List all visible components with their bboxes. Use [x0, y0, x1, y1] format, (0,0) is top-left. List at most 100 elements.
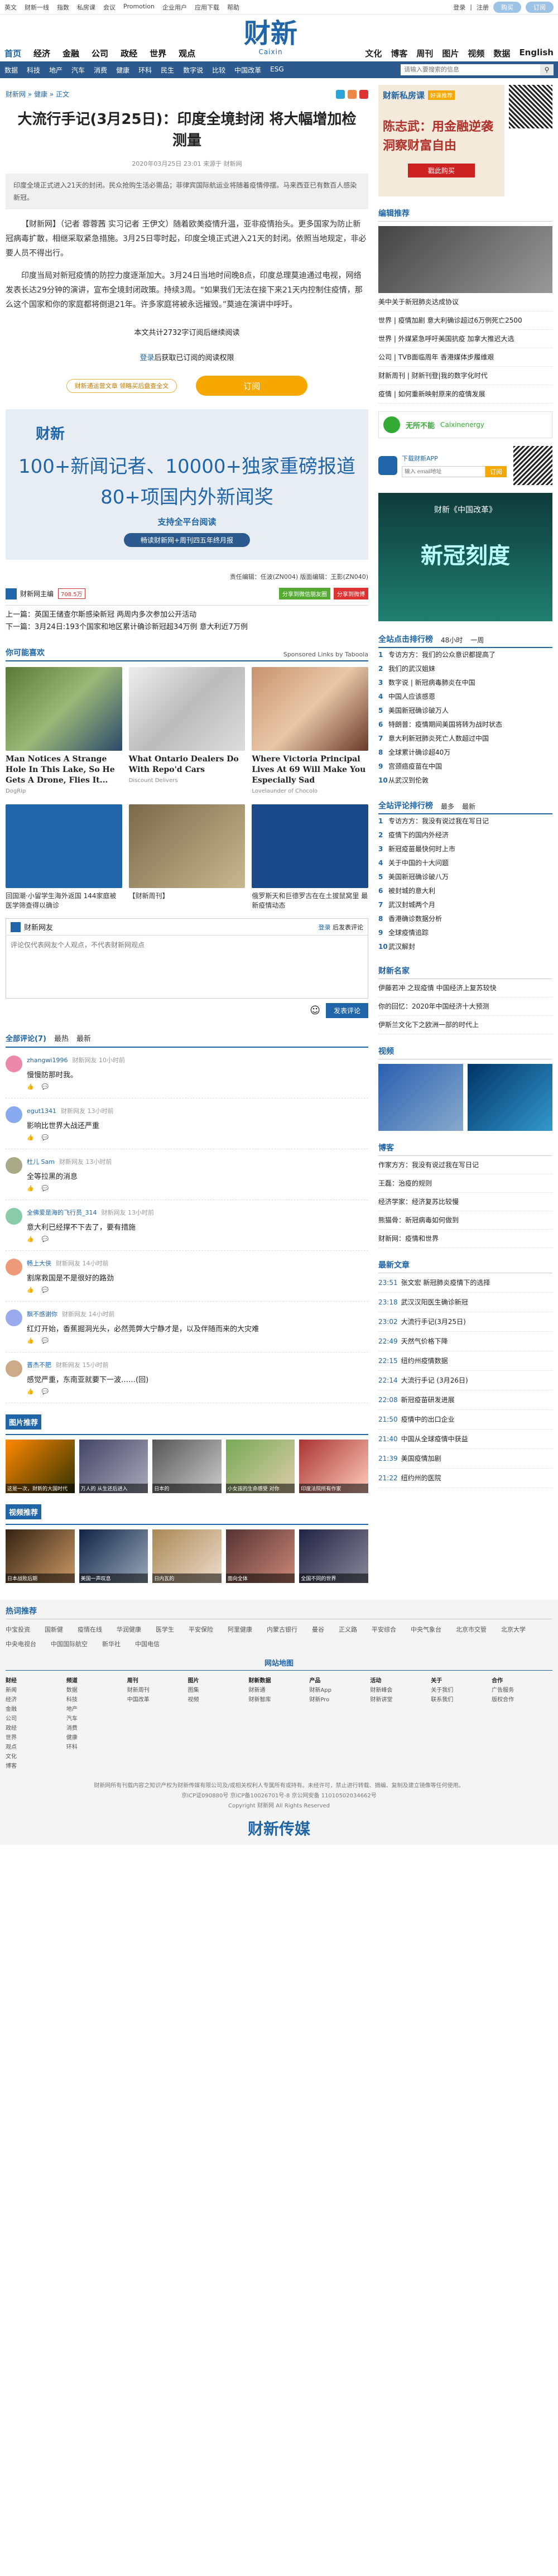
card-title[interactable]: What Ontario Dealers Do With Repo'd Cars [129, 754, 246, 775]
blog-item[interactable]: 熊猫骨：新冠病毒如何做到 [378, 1211, 552, 1230]
recommend-card[interactable]: Where Victoria Principal Lives At 69 Wil… [252, 667, 368, 794]
editor-pick-item[interactable]: 世界 | 疫情加剧 意大利确诊超过6万例死亡2500 [378, 311, 552, 330]
video-thumb[interactable] [378, 1064, 463, 1131]
site-map-link[interactable]: 环科 [66, 1743, 127, 1752]
editor-pick-item[interactable]: 公司 | TVB面临周年 香港媒体步履维艰 [378, 348, 552, 367]
share-moments-button[interactable]: 分享到微信朋友圈 [279, 588, 330, 599]
latest-title[interactable]: 纽约州的医院 [401, 1472, 441, 1484]
hot-word[interactable]: 曼谷 [312, 1625, 324, 1634]
like-icon[interactable]: 👍 [27, 1135, 33, 1141]
rank-text[interactable]: 数字说 | 新冠病毒肺炎在中国 [388, 678, 475, 688]
site-map-link[interactable]: 关于我们 [431, 1686, 492, 1695]
nav-item[interactable]: 视频 [468, 47, 484, 59]
blog-item[interactable]: 财新网：疫情和世界 [378, 1230, 552, 1248]
reply-icon[interactable]: 💬 [41, 1084, 48, 1090]
rank-item[interactable]: 5 美国新冠确诊破万人 [378, 704, 552, 718]
editor-pick-item[interactable]: 财新周刊 | 财新刊登|我的数字化时代 [378, 367, 552, 385]
latest-item[interactable]: 22:49 天然气价格下降 [378, 1332, 552, 1351]
energy-ad[interactable]: 无所不能 Caixinenergy [378, 411, 552, 438]
pics-item[interactable]: 小女孩的生命感受 对你 [225, 1440, 295, 1493]
latest-item[interactable]: 21:50 疫情中的出口企业 [378, 1410, 552, 1429]
reform-ad[interactable]: 财新《中国改革》 新冠刻度 [378, 493, 552, 621]
site-map-link[interactable]: 数据 [66, 1686, 127, 1695]
rank-text[interactable]: 武汉封城两个月 [388, 900, 435, 910]
site-map-link[interactable]: 财新峰会 [370, 1686, 431, 1695]
avatar[interactable] [6, 1106, 22, 1123]
rank-text[interactable]: 从武汉到伦敦 [388, 775, 429, 786]
comment-user[interactable]: 杜儿 Sam 财新网友 13小时前 [27, 1157, 368, 1166]
subnav-item[interactable]: 环科 [138, 65, 152, 75]
crumb-home[interactable]: 财新网 [6, 89, 26, 99]
search-input[interactable] [401, 64, 540, 75]
like-icon[interactable]: 👍 [27, 1338, 33, 1344]
like-icon[interactable]: 👍 [27, 1389, 33, 1395]
editor-pick-item[interactable]: 美中关于新冠肺炎达成协议 [378, 293, 552, 311]
rank-item[interactable]: 8 香港确诊数据分析 [378, 912, 552, 926]
site-map-heading[interactable]: 图片 [188, 1676, 249, 1686]
comment-login-link[interactable]: 登录 [319, 924, 331, 931]
hot-word[interactable]: 中国电信 [135, 1639, 160, 1648]
site-map-link[interactable]: 财新App [309, 1686, 370, 1695]
recommend-card[interactable]: 回国潮·小留学生海外返国 144家庭被医学筛查得以确诊 [6, 804, 122, 910]
card-caption[interactable]: 俄罗斯天和巨德罗古在在土拔鼠窝里 最新疫情动态 [252, 891, 368, 910]
nav-item[interactable]: 文化 [365, 47, 382, 59]
nav-item[interactable]: 政经 [121, 47, 137, 59]
hot-word[interactable]: 中央气象台 [411, 1625, 441, 1634]
like-icon[interactable]: 👍 [27, 1236, 33, 1243]
rank-text[interactable]: 意大利新冠肺炎死亡人数超过中国 [388, 733, 489, 744]
comment-rank-tab-new[interactable]: 最新 [462, 802, 475, 811]
site-map-link[interactable]: 经济 [6, 1695, 66, 1705]
share-weibo-icon[interactable] [348, 89, 357, 99]
site-map-link[interactable]: 财新讲堂 [370, 1695, 431, 1705]
reply-icon[interactable]: 💬 [41, 1236, 48, 1243]
top-link[interactable]: 私房课 [77, 3, 95, 12]
nav-item[interactable]: 数据 [493, 47, 510, 59]
hot-word[interactable]: 平安综合 [372, 1625, 396, 1634]
card-title[interactable]: Man Notices A Strange Hole In This Lake,… [6, 754, 122, 786]
email-subscribe-button[interactable]: 订阅 [485, 466, 507, 477]
recommend-card[interactable]: 俄罗斯天和巨德罗古在在土拔鼠窝里 最新疫情动态 [252, 804, 368, 910]
site-map-link[interactable]: 财新周刊 [127, 1686, 188, 1695]
comment-username[interactable]: egut1341 [27, 1107, 56, 1115]
famous-item[interactable]: 伊藤若冲 之现疫情 中国经济上复苏较快 [378, 979, 552, 997]
recommend-card[interactable]: 【财新周刊】 [128, 804, 246, 910]
rank-item[interactable]: 2 疫情下的国内外经济 [378, 828, 552, 842]
comment-user[interactable]: 飘不感谢你 财新网友 14小时前 [27, 1309, 368, 1318]
hot-word[interactable]: 北京大学 [501, 1625, 526, 1634]
top-link[interactable]: 帮助 [227, 3, 239, 12]
subnav-item[interactable]: 数字说 [183, 65, 203, 75]
comment-textarea[interactable] [6, 936, 368, 996]
comment-username[interactable]: zhangwi1996 [27, 1057, 68, 1064]
avatar[interactable] [6, 1208, 22, 1225]
pics-item[interactable]: 日本的 [152, 1440, 222, 1493]
top-link[interactable]: 会议 [103, 3, 116, 12]
latest-title[interactable]: 纽约州疫情数据 [401, 1355, 448, 1366]
rank-item[interactable]: 7 意大利新冠肺炎死亡人数超过中国 [378, 732, 552, 746]
rank-text[interactable]: 全球累计确诊超40万 [388, 747, 450, 758]
site-map-heading[interactable]: 财经 [6, 1676, 66, 1686]
rank-text[interactable]: 新冠疫苗最快何时上市 [388, 844, 455, 855]
nav-item[interactable]: 世界 [150, 47, 166, 59]
reply-icon[interactable]: 💬 [41, 1186, 48, 1192]
rank-text[interactable]: 全球疫情追踪 [388, 928, 429, 938]
site-map-link[interactable]: 博客 [6, 1762, 66, 1771]
top-link[interactable]: 英文 [4, 3, 17, 12]
rank-item[interactable]: 5 美国新冠确诊破八万 [378, 870, 552, 884]
rank-item[interactable]: 1 专访方方：我没有说过我在写日记 [378, 814, 552, 828]
rank-item[interactable]: 4 中国人应该感恩 [378, 690, 552, 704]
login-link[interactable]: 登录 [453, 3, 465, 12]
hot-word[interactable]: 正义路 [339, 1625, 357, 1634]
like-icon[interactable]: 👍 [27, 1186, 33, 1192]
rank-item[interactable]: 9 宫颈癌疫苗在中国 [378, 760, 552, 774]
site-map-link[interactable]: 文化 [6, 1752, 66, 1762]
share-weibo-button[interactable]: 分享到微博 [334, 588, 368, 599]
site-map-link[interactable]: 政经 [6, 1724, 66, 1733]
nav-item[interactable]: English [519, 47, 554, 59]
rank-tab-48h[interactable]: 48小时 [441, 635, 463, 645]
card-caption[interactable]: 回国潮·小留学生海外返国 144家庭被医学筛查得以确诊 [6, 891, 122, 910]
site-map-heading[interactable]: 合作 [492, 1676, 552, 1686]
latest-title[interactable]: 大流行手记 (3月26日) [401, 1375, 468, 1386]
hot-word[interactable]: 中国国际航空 [51, 1639, 88, 1648]
hot-word[interactable]: 北京市交管 [456, 1625, 487, 1634]
recommend-card[interactable]: Man Notices A Strange Hole In This Lake,… [6, 667, 122, 794]
